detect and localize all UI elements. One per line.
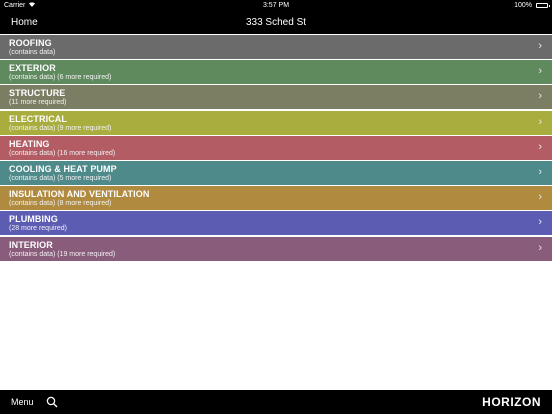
section-name: ROOFING bbox=[9, 38, 52, 48]
chevron-right-icon: › bbox=[538, 115, 542, 128]
bottom-toolbar: Menu HORIZON bbox=[0, 390, 552, 414]
section-name: STRUCTURE bbox=[9, 88, 66, 99]
navigation-bar: Home 333 Sched St bbox=[0, 12, 552, 34]
section-name: EXTERIOR bbox=[9, 63, 56, 74]
chevron-right-icon: › bbox=[538, 140, 542, 153]
battery-icon bbox=[536, 3, 550, 8]
section-row-insulation-and-ventilation[interactable]: INSULATION AND VENTILATION (contains data… bbox=[0, 186, 552, 211]
chevron-right-icon: › bbox=[538, 165, 542, 178]
section-detail: (contains data) bbox=[9, 49, 56, 56]
section-detail: (contains data) (19 more required) bbox=[9, 250, 116, 258]
section-detail: (contains data) (16 more required) bbox=[9, 149, 116, 157]
section-detail: (contains data) (9 more required) bbox=[9, 124, 112, 132]
chevron-right-icon: › bbox=[538, 216, 542, 229]
chevron-right-icon: › bbox=[538, 191, 542, 204]
menu-button[interactable]: Menu bbox=[11, 397, 34, 407]
horizon-logo: HORIZON bbox=[482, 395, 541, 409]
section-detail: (contains data) (6 more required) bbox=[9, 74, 112, 82]
section-row-heating[interactable]: HEATING (contains data) (16 more required… bbox=[0, 135, 552, 160]
page-title: 333 Sched St bbox=[245, 17, 307, 28]
chevron-right-icon: › bbox=[538, 241, 542, 254]
section-name: INSULATION AND VENTILATION bbox=[9, 189, 150, 200]
section-row-roofing[interactable]: ROOFING (contains data) › bbox=[0, 35, 552, 59]
section-row-cooling-heat-pump[interactable]: COOLING & HEAT PUMP (contains data) (5 mo… bbox=[0, 160, 552, 185]
section-row-interior[interactable]: INTERIOR (contains data) (19 more require… bbox=[0, 236, 552, 261]
status-time: 3:57 PM bbox=[262, 2, 290, 9]
section-name: COOLING & HEAT PUMP bbox=[9, 163, 117, 174]
search-icon[interactable] bbox=[46, 395, 58, 408]
section-name: ELECTRICAL bbox=[9, 113, 67, 124]
chevron-right-icon: › bbox=[538, 90, 542, 103]
section-detail: (11 more required) bbox=[9, 99, 67, 107]
status-bar: Carrier 3:57 PM 100% bbox=[0, 0, 552, 12]
section-detail: (contains data) (8 more required) bbox=[9, 200, 112, 208]
section-row-exterior[interactable]: EXTERIOR (contains data) (6 more required… bbox=[0, 60, 552, 85]
section-row-electrical[interactable]: ELECTRICAL (contains data) (9 more requir… bbox=[0, 110, 552, 135]
section-row-plumbing[interactable]: PLUMBING (28 more required) › bbox=[0, 211, 552, 236]
chevron-right-icon: › bbox=[538, 65, 542, 78]
battery-percent: 100% bbox=[514, 2, 532, 9]
section-list: ROOFING (contains data) › EXTERIOR (contains… bbox=[0, 35, 552, 262]
section-row-structure[interactable]: STRUCTURE (11 more required) › bbox=[0, 85, 552, 110]
section-name: PLUMBING bbox=[9, 214, 58, 225]
section-name: INTERIOR bbox=[9, 239, 53, 250]
section-detail: (28 more required) bbox=[9, 225, 67, 233]
section-detail: (contains data) (5 more required) bbox=[9, 174, 112, 182]
chevron-right-icon: › bbox=[538, 40, 542, 52]
section-name: HEATING bbox=[9, 138, 50, 149]
